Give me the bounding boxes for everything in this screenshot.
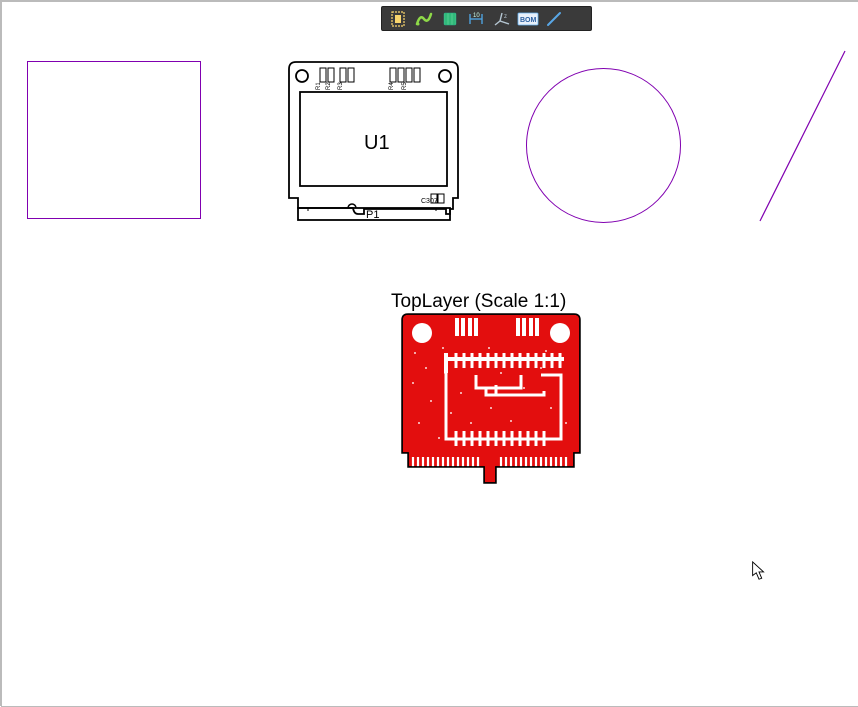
shape-rectangle[interactable] [27, 61, 201, 219]
board-icon [441, 10, 459, 28]
ref-c307: C307 [421, 198, 438, 205]
schematic-icon [389, 10, 407, 28]
pcb-icon [415, 10, 433, 28]
tool-board[interactable] [438, 8, 462, 29]
tool-line[interactable] [542, 8, 566, 29]
svg-text:BOM: BOM [520, 17, 537, 24]
ref-r5: R5 [402, 82, 408, 90]
ref-u1: U1 [364, 132, 390, 154]
svg-text:10: 10 [473, 13, 480, 19]
svg-text:z: z [504, 14, 507, 20]
shape-line[interactable] [757, 48, 849, 225]
measure-icon: 10 [467, 10, 485, 28]
floating-toolbar[interactable]: 10 z BOM [381, 6, 592, 31]
tool-bom[interactable]: BOM [516, 8, 540, 29]
pcb-footprint-outline[interactable]: R1 R2 R3 R4 R5 C307 U1 P1 [286, 60, 461, 224]
ref-r3: R3 [338, 82, 344, 90]
line-icon [545, 10, 563, 28]
shape-circle[interactable] [526, 68, 681, 223]
mouse-cursor-icon [751, 561, 767, 581]
tool-pcb[interactable] [412, 8, 436, 29]
ref-r1: R1 [316, 82, 322, 90]
3d-icon: z [493, 10, 511, 28]
ref-r4: R4 [389, 82, 395, 90]
drawing-canvas[interactable]: 10 z BOM [2, 2, 858, 706]
toplayer-board[interactable] [401, 313, 581, 485]
bom-icon: BOM [517, 10, 539, 28]
ref-p1: P1 [366, 209, 379, 221]
tool-measure[interactable]: 10 [464, 8, 488, 29]
tool-3d[interactable]: z [490, 8, 514, 29]
toplayer-label: TopLayer (Scale 1:1) [391, 291, 566, 313]
ref-r2: R2 [326, 82, 332, 90]
tool-schematic[interactable] [386, 8, 410, 29]
